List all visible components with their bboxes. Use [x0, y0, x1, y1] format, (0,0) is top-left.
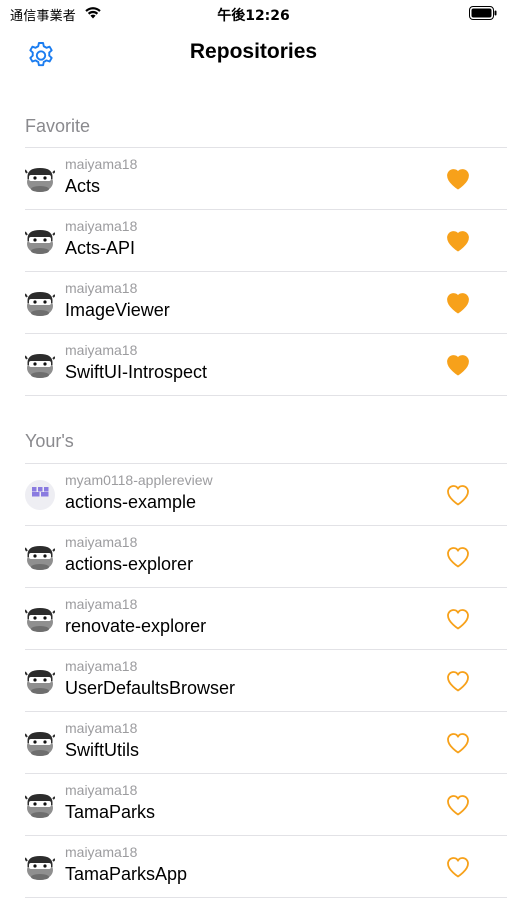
heart-filled-icon[interactable]: [445, 166, 473, 194]
repository-name: actions-explorer: [65, 554, 194, 574]
battery-icon: [469, 6, 497, 20]
owner-avatar: [24, 728, 56, 758]
repository-name: TamaParks: [65, 802, 156, 822]
page-title: Repositories: [189, 40, 318, 63]
heart-outline-icon[interactable]: [445, 544, 473, 572]
owner-avatar: [24, 666, 56, 696]
status-bar: 通信事業者 午後12:26: [0, 0, 507, 28]
heart-outline-icon[interactable]: [445, 668, 473, 696]
repository-name: UserDefaultsBrowser: [65, 678, 236, 698]
repository-row[interactable]: maiyama18 renovate-explorer: [24, 587, 507, 649]
heart-filled-icon[interactable]: [445, 290, 473, 318]
repository-row[interactable]: maiyama18 Acts-API: [24, 209, 507, 271]
repository-name: renovate-explorer: [65, 616, 207, 636]
owner-avatar: [24, 288, 56, 318]
repository-owner: maiyama18: [65, 782, 138, 798]
repository-owner: maiyama18: [65, 720, 138, 736]
repository-name: Acts: [65, 176, 101, 196]
owner-avatar: [24, 542, 56, 572]
heart-outline-icon[interactable]: [445, 730, 473, 758]
repository-row[interactable]: maiyama18 Acts: [24, 147, 507, 209]
favorite-list: maiyama18 Acts maiyama18 Acts-API maiyama18 I…: [24, 147, 507, 396]
repository-name: actions-example: [65, 492, 197, 512]
repository-owner: maiyama18: [65, 156, 138, 172]
section-header-yours: Your's: [25, 431, 74, 451]
repository-row[interactable]: maiyama18 TamaParks: [24, 773, 507, 835]
owner-avatar: [24, 226, 56, 256]
repository-row[interactable]: maiyama18 actions-explorer: [24, 525, 507, 587]
repository-owner: maiyama18: [65, 844, 138, 860]
heart-outline-icon[interactable]: [445, 792, 473, 820]
repository-owner: maiyama18: [65, 218, 138, 234]
repository-row[interactable]: maiyama18 SwiftUtils: [24, 711, 507, 773]
status-time: 午後12:26: [217, 8, 290, 24]
repository-row[interactable]: maiyama18 UserDefaultsBrowser: [24, 649, 507, 711]
repository-owner: maiyama18: [65, 342, 138, 358]
repository-row[interactable]: myam0118-applereview actions-example: [25, 463, 507, 525]
heart-outline-icon[interactable]: [445, 854, 473, 882]
heart-outline-icon[interactable]: [445, 482, 473, 510]
repository-name: SwiftUtils: [65, 740, 140, 760]
repository-owner: maiyama18: [65, 280, 138, 296]
repository-row[interactable]: maiyama18 ImageViewer: [24, 271, 507, 333]
repository-name: TamaParksApp: [65, 864, 188, 884]
repository-name: ImageViewer: [65, 300, 170, 320]
repository-row[interactable]: maiyama18 TamaParksApp: [24, 835, 507, 898]
repository-name: SwiftUI-Introspect: [65, 362, 208, 382]
repository-name: Acts-API: [65, 238, 136, 258]
owner-avatar: [24, 164, 56, 194]
heart-outline-icon[interactable]: [445, 606, 473, 634]
repository-owner: maiyama18: [65, 658, 138, 674]
owner-avatar: [24, 852, 56, 882]
repository-row[interactable]: maiyama18 SwiftUI-Introspect: [24, 333, 507, 396]
repository-owner: myam0118-applereview: [65, 472, 213, 488]
heart-filled-icon[interactable]: [445, 352, 473, 380]
owner-avatar: [24, 790, 56, 820]
identicon-avatar: [25, 480, 55, 510]
navigation-bar: Repositories: [0, 28, 507, 78]
yours-list: myam0118-applereview actions-example maiya…: [24, 463, 507, 898]
repository-owner: maiyama18: [65, 534, 138, 550]
owner-avatar: [24, 604, 56, 634]
owner-avatar: [24, 350, 56, 380]
repository-owner: maiyama18: [65, 596, 138, 612]
section-header-favorite: Favorite: [25, 116, 91, 136]
heart-filled-icon[interactable]: [445, 228, 473, 256]
